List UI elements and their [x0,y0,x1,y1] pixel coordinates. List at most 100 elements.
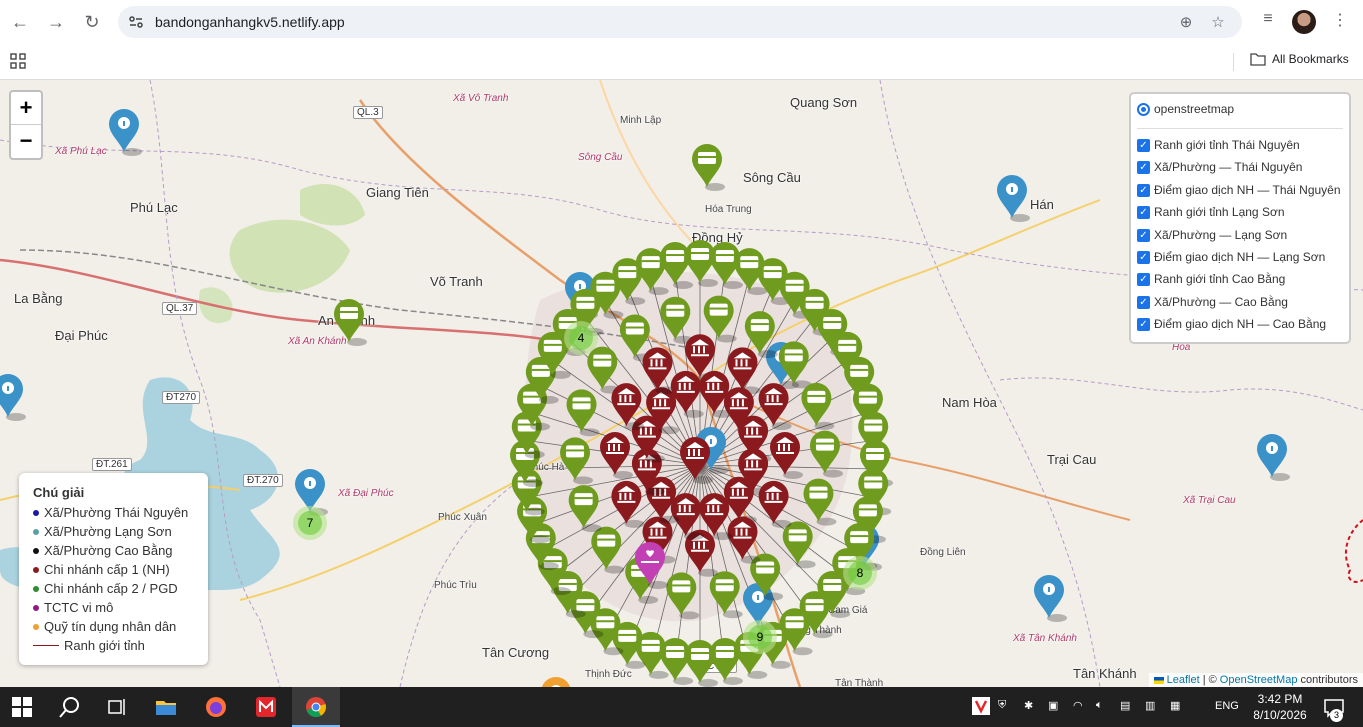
branch-lv2-marker[interactable] [334,299,367,346]
security-tray-icon[interactable]: ⛨ [998,699,1006,712]
branch-lv2-marker[interactable] [660,296,694,344]
qtd-marker[interactable] [541,677,574,687]
checkbox-icon[interactable]: ✓ [1137,272,1150,286]
branch-lv1-marker[interactable] [758,480,792,528]
firefox-icon[interactable] [204,695,228,719]
marker-cluster[interactable]: 4 [564,321,598,355]
chrome-icon[interactable] [304,695,328,719]
ward-marker[interactable] [1034,575,1067,622]
branch-lv2-marker[interactable] [803,478,837,526]
back-icon[interactable]: ← [8,10,32,34]
profile-avatar[interactable] [1292,10,1316,34]
branch-lv2-marker[interactable] [801,382,835,430]
usb-tray-icon[interactable]: ▣ [1048,699,1058,712]
branch-lv2-marker[interactable] [591,526,625,574]
branch-lv2-marker[interactable] [666,572,700,620]
apps-grid-icon[interactable] [10,53,26,69]
branch-lv2-marker[interactable] [703,295,737,343]
card-stripe [666,308,685,311]
card-stripe [715,649,734,652]
overlay-option[interactable]: ✓ Điểm giao dịch NH — Lạng Sơn [1137,250,1325,264]
leaflet-link[interactable]: Leaflet [1167,674,1200,686]
branch-lv2-marker[interactable] [587,346,621,394]
marker-cluster[interactable]: 7 [293,506,327,540]
display-tray-icon[interactable]: ▤ [1120,699,1130,712]
file-explorer-icon[interactable] [154,695,178,719]
card-stripe [641,643,660,646]
branch-lv1-marker[interactable] [642,347,676,395]
menu-icon[interactable]: ⋮ [1329,10,1351,32]
zoom-in-button[interactable]: + [11,92,41,125]
marker-pin [587,346,618,390]
language-indicator[interactable]: ENG [1215,700,1239,712]
bookmark-star-icon[interactable]: ☆ [1209,13,1227,31]
network-tray-icon[interactable]: ▦ [1170,699,1180,712]
ward-marker[interactable] [109,109,142,156]
branch-lv2-marker[interactable] [809,430,843,478]
overlay-option[interactable]: ✓ Xã/Phường — Thái Nguyên [1137,160,1302,174]
cluster-count: 9 [757,630,764,644]
checkbox-icon[interactable]: ✓ [1137,160,1150,174]
branch-lv2-marker[interactable] [560,437,594,485]
zoom-icon[interactable]: ⊕ [1177,13,1195,31]
branch-lv1-marker[interactable] [600,432,633,479]
printer-tray-icon[interactable]: ▥ [1145,699,1155,712]
zoom-out-button[interactable]: − [11,125,41,158]
checkbox-icon[interactable]: ✓ [1137,183,1150,197]
branch-lv1-marker[interactable] [727,347,761,395]
branch-lv2-marker[interactable] [692,144,725,191]
map-view[interactable]: Xã Vô Tranh QL.3 Minh Lập Quang Sơn Xã P… [0,80,1363,687]
wifi-icon[interactable]: ◠ [1073,699,1083,712]
branch-lv1-marker[interactable] [611,480,645,528]
branch-lv2-marker[interactable] [568,485,602,533]
forward-icon[interactable]: → [44,10,68,34]
branch-lv1-marker[interactable] [670,493,704,541]
branch-lv1-marker[interactable] [611,383,645,431]
site-info-icon[interactable] [128,14,144,30]
osm-link[interactable]: OpenStreetMap [1220,674,1298,686]
branch-lv2-marker[interactable] [566,389,600,437]
windows-start-icon[interactable] [10,695,34,719]
branch-lv1-marker[interactable] [727,516,761,564]
overlay-option[interactable]: ✓ Điểm giao dịch NH — Cao Bằng [1137,317,1326,331]
overlay-option[interactable]: ✓ Xã/Phường — Lạng Sơn [1137,228,1287,242]
overlay-option[interactable]: ✓ Ranh giới tỉnh Thái Nguyên [1137,138,1300,152]
marker-cluster[interactable]: 8 [843,556,877,590]
task-view-icon[interactable] [106,695,130,719]
checkbox-icon[interactable]: ✓ [1137,205,1150,219]
branch-lv2-marker[interactable] [709,571,743,619]
overlay-option[interactable]: ✓ Ranh giới tỉnh Cao Bằng [1137,272,1285,286]
ward-marker[interactable] [997,175,1030,222]
checkbox-icon[interactable]: ✓ [1137,295,1150,309]
overlay-option[interactable]: ✓ Ranh giới tỉnh Lạng Sơn [1137,205,1285,219]
taskbar-clock[interactable]: 3:42 PM 8/10/2026 [1250,691,1310,723]
ward-marker[interactable] [1257,434,1290,481]
radio-icon[interactable] [1137,102,1150,116]
card-stripe [572,401,591,404]
vivaldi-tray-icon[interactable] [972,697,990,715]
overlay-option[interactable]: ✓ Xã/Phường — Cao Bằng [1137,295,1288,309]
marker-pin [660,296,691,340]
marker-cluster[interactable]: 9 [743,620,777,654]
card-stripe [823,321,842,324]
ward-marker[interactable] [0,374,26,421]
reload-icon[interactable]: ↻ [80,10,104,34]
search-icon[interactable] [58,695,82,719]
bluetooth-tray-icon[interactable]: ✱ [1024,699,1033,712]
checkbox-icon[interactable]: ✓ [1137,228,1150,242]
marker-pin [801,382,832,426]
checkbox-icon[interactable]: ✓ [1137,250,1150,264]
checkbox-icon[interactable]: ✓ [1137,317,1150,331]
base-layer-option[interactable]: openstreetmap [1137,102,1234,116]
marker-pin [809,430,840,474]
overlay-option[interactable]: ✓ Điểm giao dịch NH — Thái Nguyên [1137,183,1341,197]
branch-lv2-marker[interactable] [778,341,812,389]
volume-icon[interactable]: 🔈︎ [1096,699,1103,712]
branch-lv1-marker[interactable] [770,432,803,479]
address-bar[interactable]: bandonganhangkv5.netlify.app ⊕ ☆ [118,6,1242,38]
checkbox-icon[interactable]: ✓ [1137,138,1150,152]
app-icon[interactable] [254,695,278,719]
branch-lv2-marker[interactable] [782,521,816,569]
reading-list-icon[interactable]: ≡ [1257,10,1279,32]
all-bookmarks-button[interactable]: All Bookmarks [1250,52,1349,66]
